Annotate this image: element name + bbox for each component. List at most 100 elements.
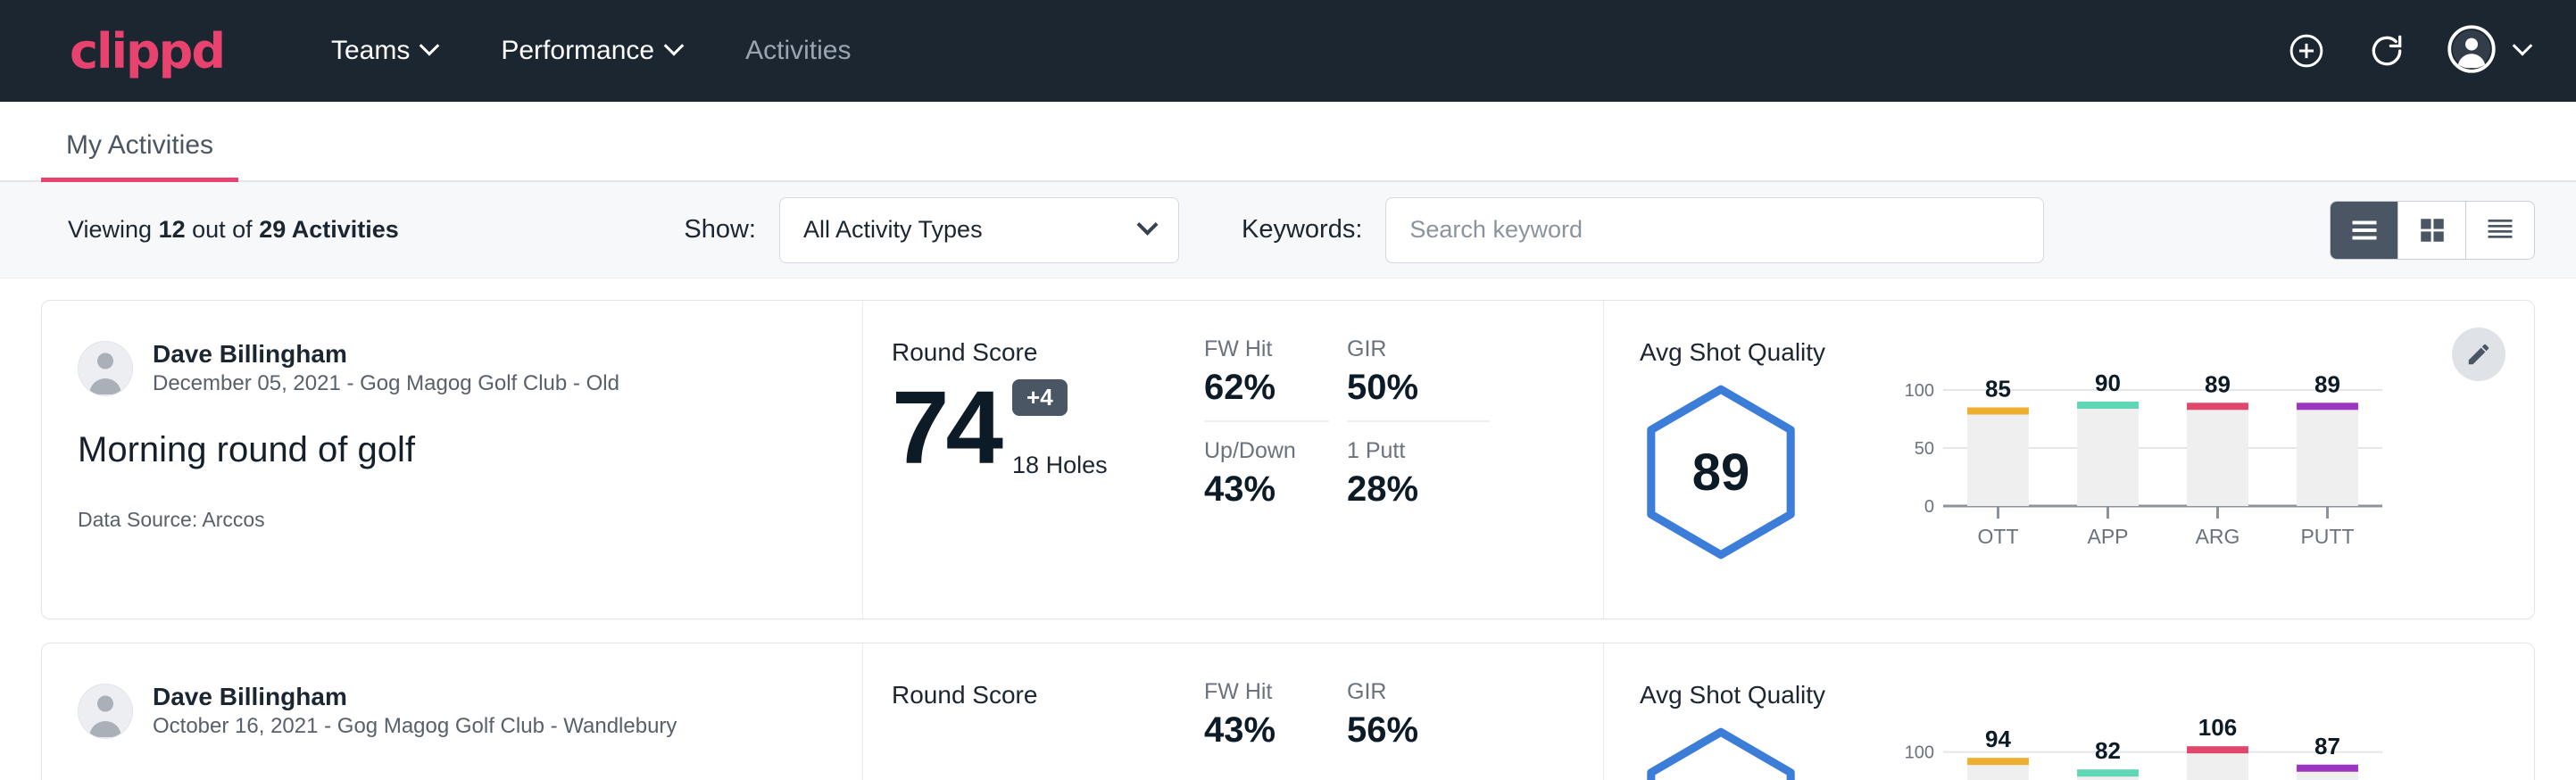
svg-text:89: 89 bbox=[2314, 370, 2340, 397]
top-navigation-bar: clippd Teams Performance Activities bbox=[0, 0, 2576, 102]
tab-strip: My Activities bbox=[0, 102, 2576, 182]
svg-text:OTT: OTT bbox=[1978, 525, 2019, 548]
keywords-group: Keywords: bbox=[1242, 197, 2044, 263]
fw-hit-label: FW Hit bbox=[1204, 679, 1329, 705]
avg-shot-quality-label: Avg Shot Quality bbox=[1640, 338, 1854, 367]
fw-hit-label: FW Hit bbox=[1204, 336, 1329, 362]
viewing-prefix: Viewing bbox=[68, 216, 159, 243]
activity-meta: December 05, 2021 - Gog Magog Golf Club … bbox=[153, 369, 619, 398]
up-down-value: 43% bbox=[1204, 469, 1329, 510]
viewing-count: 12 bbox=[159, 216, 186, 243]
list-icon bbox=[2348, 218, 2381, 243]
fw-hit-value: 62% bbox=[1204, 368, 1329, 408]
avg-shot-quality-section: Avg Shot Quality 89 05010085OTT90APP89AR… bbox=[1604, 301, 2534, 618]
svg-text:106: 106 bbox=[2198, 714, 2237, 741]
activity-meta: October 16, 2021 - Gog Magog Golf Club -… bbox=[153, 712, 677, 741]
activity-type-select[interactable]: All Activity Types bbox=[779, 197, 1179, 263]
avatar bbox=[2447, 25, 2496, 78]
avg-shot-quality-hexagon: 89 bbox=[1640, 383, 1802, 561]
search-input[interactable] bbox=[1385, 197, 2044, 263]
activity-title: Morning round of golf bbox=[78, 430, 862, 470]
avg-shot-quality-hexagon bbox=[1640, 726, 1802, 780]
compact-list-icon bbox=[2484, 217, 2516, 244]
show-label: Show: bbox=[684, 215, 756, 245]
activity-summary: Dave Billingham December 05, 2021 - Gog … bbox=[42, 301, 863, 618]
svg-text:87: 87 bbox=[2314, 733, 2340, 759]
shot-quality-bar-chart: 05010085OTT90APP89ARG89PUTT bbox=[1893, 349, 2393, 618]
refresh-icon[interactable] bbox=[2367, 31, 2406, 71]
activity-card[interactable]: Dave Billingham December 05, 2021 - Gog … bbox=[41, 300, 2535, 619]
activity-card[interactable]: Dave Billingham October 16, 2021 - Gog M… bbox=[41, 643, 2535, 780]
activity-list: Dave Billingham December 05, 2021 - Gog … bbox=[0, 278, 2576, 780]
nav-item-teams-label: Teams bbox=[331, 36, 410, 66]
holes-played: 18 Holes bbox=[1012, 452, 1108, 479]
activity-data-source: Data Source: Arccos bbox=[78, 508, 862, 532]
activity-author: Dave Billingham December 05, 2021 - Gog … bbox=[78, 338, 862, 398]
grid-icon bbox=[2417, 215, 2447, 245]
tab-my-activities[interactable]: My Activities bbox=[41, 130, 238, 180]
round-stats-section: FW Hit 43% GIR 56% bbox=[1184, 643, 1604, 780]
round-score-section: Round Score bbox=[863, 643, 1184, 780]
avg-shot-quality-label: Avg Shot Quality bbox=[1640, 681, 1854, 709]
divider bbox=[1347, 420, 1490, 422]
grid-view-button[interactable] bbox=[2398, 202, 2466, 259]
round-score-value: 74 bbox=[892, 376, 1000, 479]
activity-type-select-value: All Activity Types bbox=[803, 216, 983, 244]
main-nav-links: Teams Performance Activities bbox=[331, 36, 851, 66]
svg-text:100: 100 bbox=[1905, 381, 1934, 401]
divider bbox=[1204, 420, 1329, 422]
svg-text:94: 94 bbox=[1985, 726, 2011, 752]
nav-item-activities-label: Activities bbox=[745, 36, 851, 66]
one-putt-value: 28% bbox=[1347, 469, 1490, 510]
chevron-down-icon bbox=[420, 36, 440, 56]
tab-my-activities-label: My Activities bbox=[66, 130, 213, 160]
add-icon[interactable] bbox=[2287, 31, 2326, 71]
svg-text:0: 0 bbox=[1924, 497, 1934, 517]
avg-shot-quality-value: 89 bbox=[1640, 383, 1802, 561]
fw-hit-value: 43% bbox=[1204, 710, 1329, 751]
nav-item-activities[interactable]: Activities bbox=[745, 36, 851, 66]
keywords-label: Keywords: bbox=[1242, 215, 1362, 245]
score-to-par-badge: +4 bbox=[1012, 379, 1068, 416]
edit-activity-button[interactable] bbox=[2452, 328, 2505, 381]
clippd-logo[interactable]: clippd bbox=[70, 23, 224, 79]
viewing-total: 29 Activities bbox=[259, 216, 399, 243]
svg-text:PUTT: PUTT bbox=[2300, 525, 2354, 548]
nav-item-teams[interactable]: Teams bbox=[331, 36, 436, 66]
round-score-label: Round Score bbox=[892, 681, 1184, 709]
svg-text:89: 89 bbox=[2205, 370, 2231, 397]
activity-author: Dave Billingham October 16, 2021 - Gog M… bbox=[78, 681, 862, 741]
chevron-down-icon bbox=[2513, 36, 2533, 56]
compact-view-button[interactable] bbox=[2466, 202, 2534, 259]
top-nav-actions bbox=[2287, 25, 2530, 78]
shot-quality-bar-chart: 05010094OTT82APP106ARG87PUTT bbox=[1893, 692, 2393, 780]
svg-text:82: 82 bbox=[2095, 737, 2121, 764]
gir-value: 56% bbox=[1347, 710, 1490, 751]
avatar bbox=[78, 684, 133, 739]
chevron-down-icon bbox=[664, 36, 685, 56]
round-score-section: Round Score 74 +4 18 Holes bbox=[863, 301, 1184, 618]
activity-summary: Dave Billingham October 16, 2021 - Gog M… bbox=[42, 643, 863, 780]
view-mode-toggle bbox=[2330, 201, 2535, 260]
avatar bbox=[78, 341, 133, 396]
gir-label: GIR bbox=[1347, 336, 1490, 362]
svg-text:90: 90 bbox=[2095, 369, 2121, 396]
pencil-icon bbox=[2465, 341, 2492, 368]
up-down-label: Up/Down bbox=[1204, 438, 1329, 464]
svg-text:ARG: ARG bbox=[2196, 525, 2240, 548]
nav-item-performance[interactable]: Performance bbox=[501, 36, 681, 66]
viewing-mid: out of bbox=[186, 216, 260, 243]
svg-text:50: 50 bbox=[1915, 439, 1934, 459]
round-stats-section: FW Hit 62% Up/Down 43% GIR 50% 1 Putt 28… bbox=[1184, 301, 1604, 618]
list-view-button[interactable] bbox=[2331, 202, 2398, 259]
gir-label: GIR bbox=[1347, 679, 1490, 705]
filter-bar: Viewing 12 out of 29 Activities Show: Al… bbox=[0, 182, 2576, 278]
gir-value: 50% bbox=[1347, 368, 1490, 408]
account-menu[interactable] bbox=[2447, 25, 2530, 78]
nav-item-performance-label: Performance bbox=[501, 36, 654, 66]
svg-text:APP: APP bbox=[2087, 525, 2128, 548]
show-filter-group: Show: All Activity Types bbox=[684, 197, 1179, 263]
avg-shot-quality-section: Avg Shot Quality 05010094OTT82APP106ARG8… bbox=[1604, 643, 2534, 780]
one-putt-label: 1 Putt bbox=[1347, 438, 1490, 464]
viewing-count-text: Viewing 12 out of 29 Activities bbox=[68, 216, 399, 244]
